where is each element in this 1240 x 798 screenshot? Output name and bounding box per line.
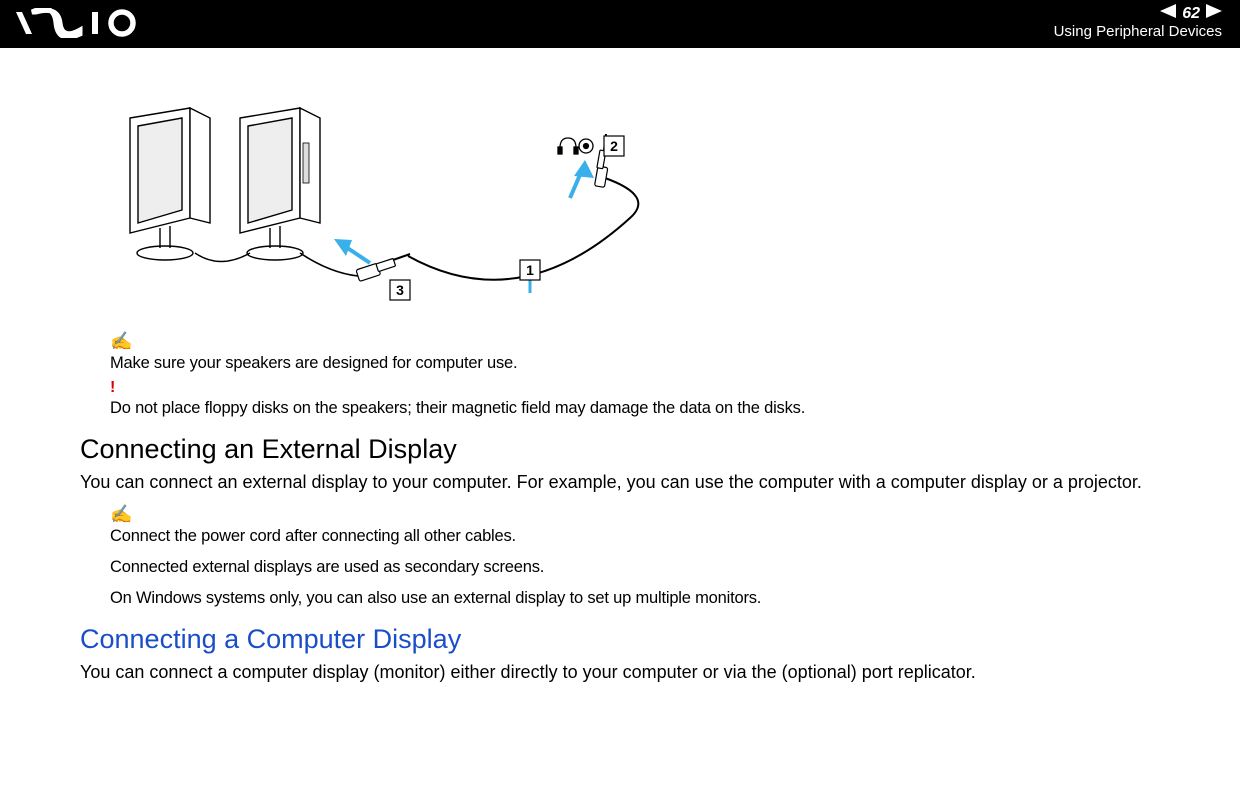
- callout-2-label: 2: [610, 138, 618, 154]
- page-content: 2 1 3 ✍ Make sure your speakers are desi…: [0, 48, 1240, 685]
- warning-floppy: ! Do not place floppy disks on the speak…: [110, 379, 1200, 418]
- speaker-connection-diagram: 2 1 3: [100, 98, 1200, 313]
- prev-page-arrow[interactable]: [1160, 4, 1176, 23]
- callout-3-label: 3: [396, 282, 404, 298]
- tips-block: ✍ Connect the power cord after connectin…: [110, 504, 1200, 608]
- body-external-display: You can connect an external display to y…: [80, 471, 1200, 494]
- callout-1-label: 1: [526, 262, 534, 278]
- tip-secondary: Connected external displays are used as …: [110, 558, 1200, 577]
- tip-windows: On Windows systems only, you can also us…: [110, 589, 1200, 608]
- page-number: 62: [1182, 5, 1200, 23]
- warning-icon: !: [110, 379, 1200, 397]
- heading-external-display: Connecting an External Display: [80, 434, 1200, 465]
- note-icon: ✍: [110, 331, 1200, 352]
- warning-floppy-text: Do not place floppy disks on the speaker…: [110, 399, 1200, 418]
- note-speakers-text: Make sure your speakers are designed for…: [110, 354, 1200, 373]
- header-section-title: Using Peripheral Devices: [1054, 23, 1222, 40]
- tip-power-cord: Connect the power cord after connecting …: [110, 527, 1200, 546]
- vaio-logo: [14, 8, 154, 43]
- body-computer-display: You can connect a computer display (moni…: [80, 661, 1200, 684]
- note-speakers: ✍ Make sure your speakers are designed f…: [110, 331, 1200, 373]
- page-navigation: 62 Using Peripheral Devices: [1054, 4, 1222, 40]
- note-icon: ✍: [110, 504, 1200, 525]
- page-header: 62 Using Peripheral Devices: [0, 0, 1240, 48]
- next-page-arrow[interactable]: [1206, 4, 1222, 23]
- heading-computer-display: Connecting a Computer Display: [80, 624, 1200, 655]
